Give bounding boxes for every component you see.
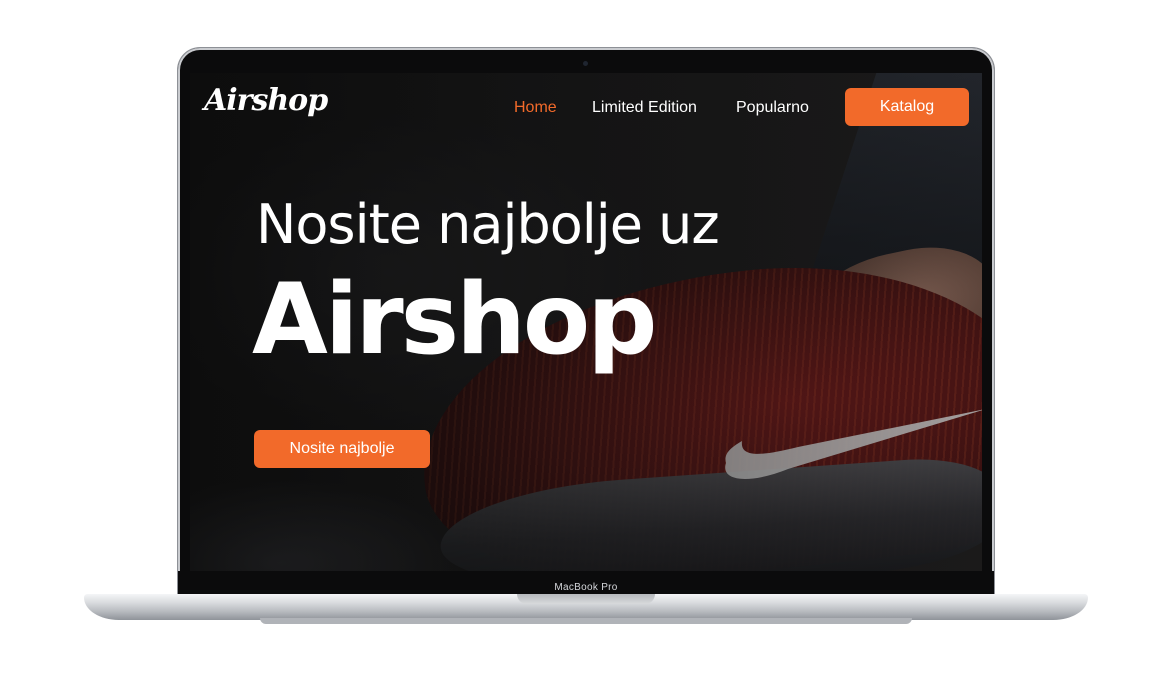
hero-brand: Airshop — [252, 263, 657, 377]
model-label: MacBook Pro — [554, 582, 618, 593]
nav-home[interactable]: Home — [514, 99, 557, 117]
lid-opening-notch — [517, 594, 655, 604]
nav-limited-edition[interactable]: Limited Edition — [592, 99, 697, 117]
nav-popularno[interactable]: Popularno — [736, 99, 809, 117]
site-logo[interactable]: Airshop — [204, 83, 328, 118]
screen-bezel-bottom: MacBook Pro — [178, 571, 994, 596]
laptop-base-underside — [260, 618, 912, 624]
hero-cta-button[interactable]: Nosite najbolje — [254, 430, 430, 468]
laptop-screen: Airshop Home Limited Edition Popularno K… — [190, 73, 982, 571]
hero-headline: Nosite najbolje uz — [256, 193, 720, 256]
catalog-button[interactable]: Katalog — [845, 88, 969, 126]
camera-icon — [583, 61, 588, 66]
